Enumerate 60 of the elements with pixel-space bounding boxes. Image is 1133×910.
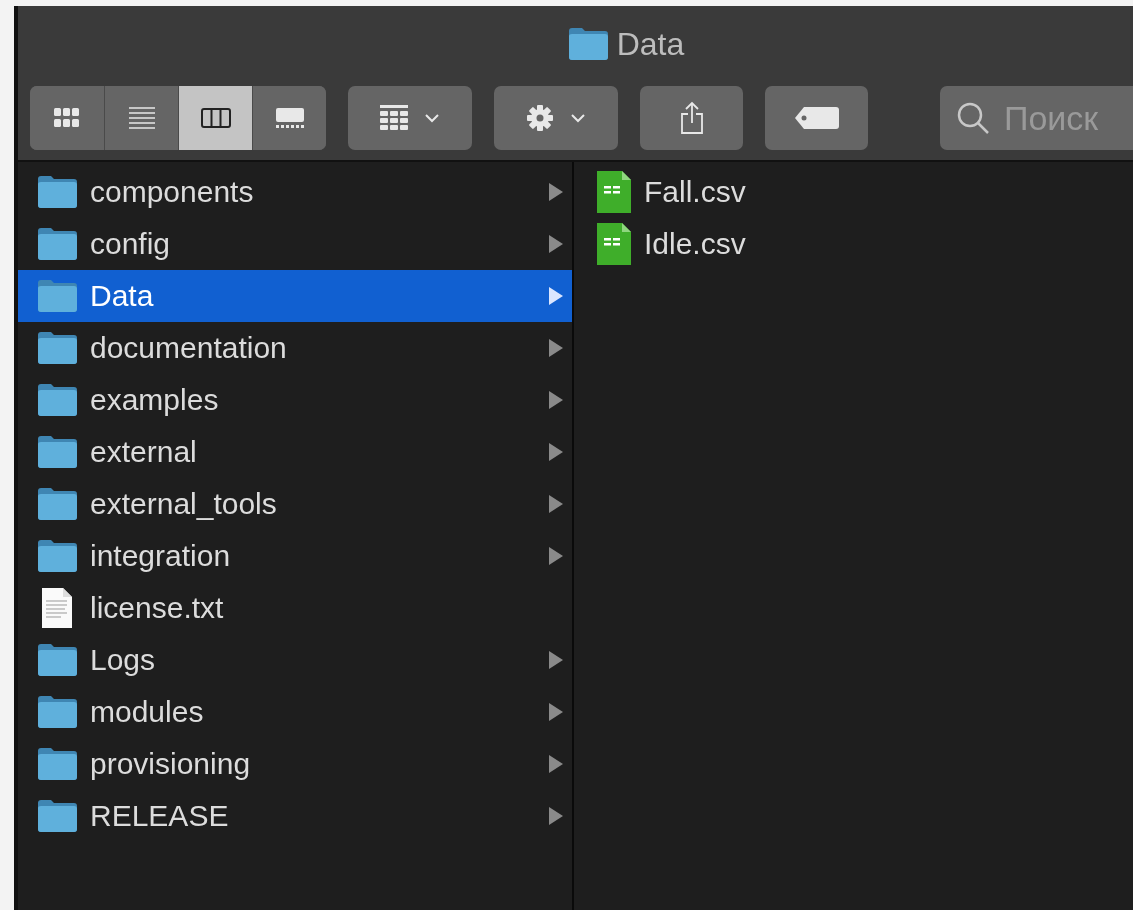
file-list-item[interactable]: Logs — [18, 634, 572, 686]
file-list-item[interactable]: RELEASE — [18, 790, 572, 842]
file-list-item[interactable]: Fall.csv — [574, 166, 1133, 218]
file-list-item[interactable]: external — [18, 426, 572, 478]
list-icon — [128, 107, 155, 129]
toolbar-button[interactable] — [348, 86, 472, 150]
disclosure-arrow-icon — [548, 650, 564, 670]
folder-icon — [36, 747, 78, 781]
disclosure-arrow-icon — [548, 754, 564, 774]
file-list-item[interactable]: config — [18, 218, 572, 270]
gallery-icon — [274, 107, 305, 129]
folder-icon — [36, 539, 78, 573]
spreadsheet-icon — [596, 222, 632, 266]
columns-icon — [200, 108, 231, 128]
chevron-down-icon — [424, 113, 440, 123]
disclosure-arrow-icon — [548, 182, 564, 202]
file-list-item[interactable]: modules — [18, 686, 572, 738]
file-list-item[interactable]: external_tools — [18, 478, 572, 530]
folder-icon — [36, 175, 78, 209]
file-list-item[interactable]: license.txt — [18, 582, 572, 634]
grouping-icon — [380, 105, 408, 131]
folder-icon — [566, 27, 609, 61]
folder-icon — [36, 487, 78, 521]
file-list-item[interactable]: documentation — [18, 322, 572, 374]
disclosure-arrow-icon — [548, 338, 564, 358]
disclosure-arrow-icon — [548, 546, 564, 566]
toolbar-button[interactable] — [765, 86, 868, 150]
disclosure-arrow-icon — [548, 234, 564, 254]
disclosure-arrow-icon — [548, 494, 564, 514]
document-icon — [41, 587, 73, 629]
tag-icon — [793, 106, 840, 130]
folder-icon — [36, 383, 78, 417]
disclosure-arrow-icon — [548, 806, 564, 826]
spreadsheet-icon — [596, 170, 632, 214]
toolbar-button[interactable] — [640, 86, 743, 150]
view-mode-button[interactable] — [252, 86, 326, 150]
file-list-item[interactable]: integration — [18, 530, 572, 582]
view-mode-button[interactable] — [178, 86, 252, 150]
disclosure-arrow-icon — [548, 390, 564, 410]
folder-icon — [36, 643, 78, 677]
disclosure-arrow-icon — [548, 702, 564, 722]
search-icon — [956, 101, 990, 135]
folder-icon — [36, 435, 78, 469]
folder-icon — [36, 695, 78, 729]
toolbar-button[interactable] — [494, 86, 618, 150]
disclosure-arrow-icon — [548, 286, 564, 306]
disclosure-arrow-icon — [548, 442, 564, 462]
folder-icon — [36, 331, 78, 365]
chevron-down-icon — [570, 113, 586, 123]
file-list-item[interactable]: Idle.csv — [574, 218, 1133, 270]
folder-icon — [36, 279, 78, 313]
file-list-item[interactable]: Data — [18, 270, 572, 322]
window-title: Data — [616, 25, 685, 64]
file-list-item[interactable]: components — [18, 166, 572, 218]
folder-icon — [36, 799, 78, 833]
file-list-item[interactable]: provisioning — [18, 738, 572, 790]
folder-icon — [36, 227, 78, 261]
grid-icon — [54, 108, 80, 128]
file-list-item[interactable]: examples — [18, 374, 572, 426]
share-icon — [679, 101, 704, 135]
